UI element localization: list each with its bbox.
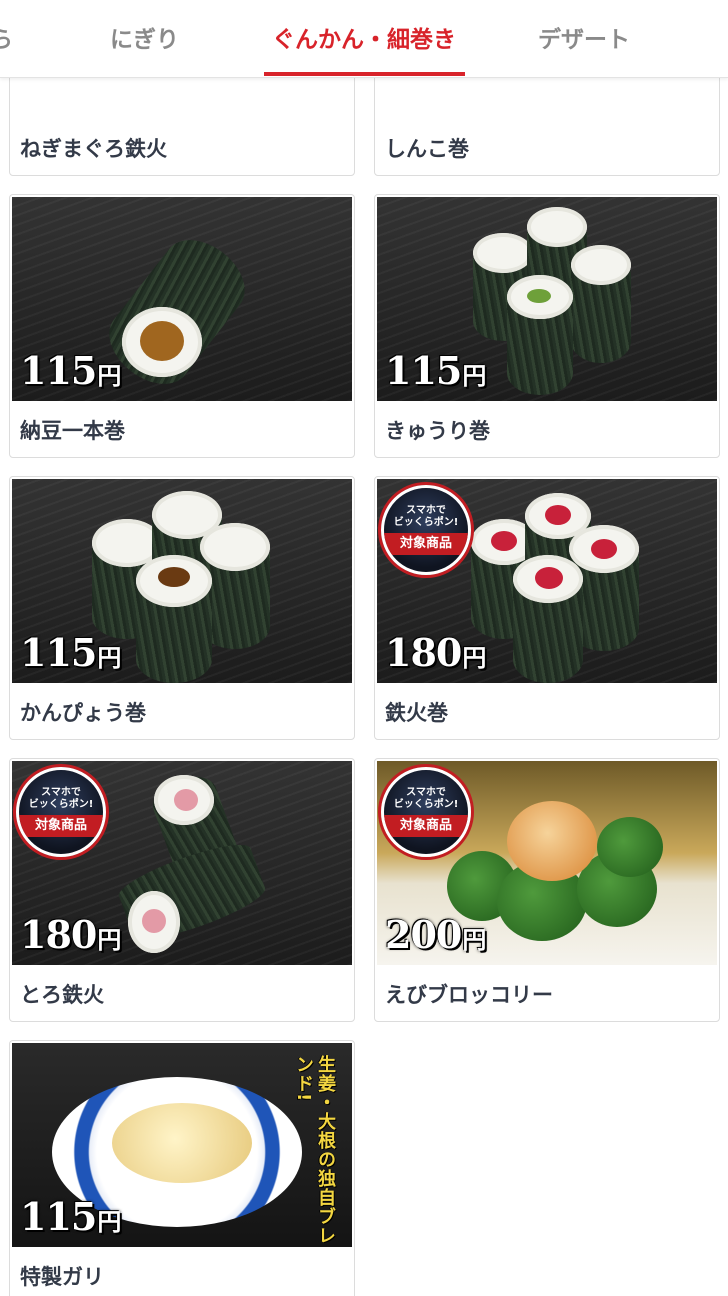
tuna-filling — [535, 567, 563, 589]
tab-nigiri[interactable]: にぎり — [110, 20, 179, 60]
menu-item-card[interactable]: スマホで ビッくらポン! 対象商品 180円 鉄火巻 — [374, 476, 720, 740]
menu-item-card[interactable]: スマホで ビッくらポン! 対象商品 180円 とろ鉄火 — [9, 758, 355, 1022]
broccoli-shape — [597, 817, 663, 877]
menu-item-card[interactable]: 生姜・大根の独自ブレンド! 115円 特製ガリ — [9, 1040, 355, 1296]
item-name: しんこ巻 — [385, 137, 469, 161]
item-name: 鉄火巻 — [385, 701, 448, 725]
campaign-badge: スマホで ビッくらポン! 対象商品 — [381, 485, 471, 575]
item-name: きゅうり巻 — [385, 419, 490, 443]
sushi-roll-end — [527, 207, 587, 247]
tab-gunkan-hosomaki[interactable]: ぐんかん・細巻き — [272, 20, 456, 60]
item-name: とろ鉄火 — [20, 983, 104, 1007]
overlay-caption: 生姜・大根の独自ブレンド! — [293, 1055, 336, 1245]
item-name: 特製ガリ — [20, 1265, 104, 1289]
menu-item-card[interactable]: 115円 きゅうり巻 — [374, 194, 720, 458]
tuna-filling — [491, 531, 517, 551]
price-label: 115円 — [20, 630, 121, 675]
item-name: 納豆一本巻 — [20, 419, 125, 443]
item-name: ねぎまぐろ鉄火 — [20, 137, 167, 161]
active-tab-indicator — [264, 72, 465, 76]
toro-filling — [174, 789, 198, 811]
kanpyo-filling — [158, 567, 190, 587]
cucumber-filling — [527, 289, 551, 303]
price-label: 115円 — [20, 1194, 121, 1239]
sushi-roll-end — [200, 523, 270, 571]
price-label: 180円 — [385, 630, 486, 675]
toro-filling — [142, 909, 166, 933]
category-tab-bar: ら にぎり ぐんかん・細巻き デザート — [0, 0, 728, 78]
sushi-roll-end — [473, 233, 533, 273]
shrimp-mayo-shape — [507, 801, 597, 881]
gari-ginger-shape — [112, 1103, 252, 1183]
price-label: 180円 — [20, 912, 121, 957]
menu-item-card[interactable]: スマホで ビッくらポン! 対象商品 200円 えびブロッコリー — [374, 758, 720, 1022]
natto-filling — [140, 321, 184, 361]
menu-item-card[interactable]: 115円 納豆一本巻 — [9, 194, 355, 458]
sushi-roll-end — [571, 245, 631, 285]
item-name: えびブロッコリー — [385, 983, 553, 1007]
price-label: 115円 — [20, 348, 121, 393]
menu-item-card[interactable]: 115円 かんぴょう巻 — [9, 476, 355, 740]
price-label: 200円 — [385, 912, 486, 957]
menu-grid: 115円 ねぎまぐろ鉄火 115円 しんこ巻 115円 納豆一本巻 115円 き… — [0, 0, 728, 1296]
campaign-badge: スマホで ビッくらポン! 対象商品 — [16, 767, 106, 857]
tab-previous-partial[interactable]: ら — [0, 20, 13, 60]
tuna-filling — [591, 539, 617, 559]
tab-dessert[interactable]: デザート — [538, 20, 630, 60]
campaign-badge: スマホで ビッくらポン! 対象商品 — [381, 767, 471, 857]
price-label: 115円 — [385, 348, 486, 393]
tuna-filling — [545, 505, 571, 525]
item-name: かんぴょう巻 — [20, 701, 146, 725]
